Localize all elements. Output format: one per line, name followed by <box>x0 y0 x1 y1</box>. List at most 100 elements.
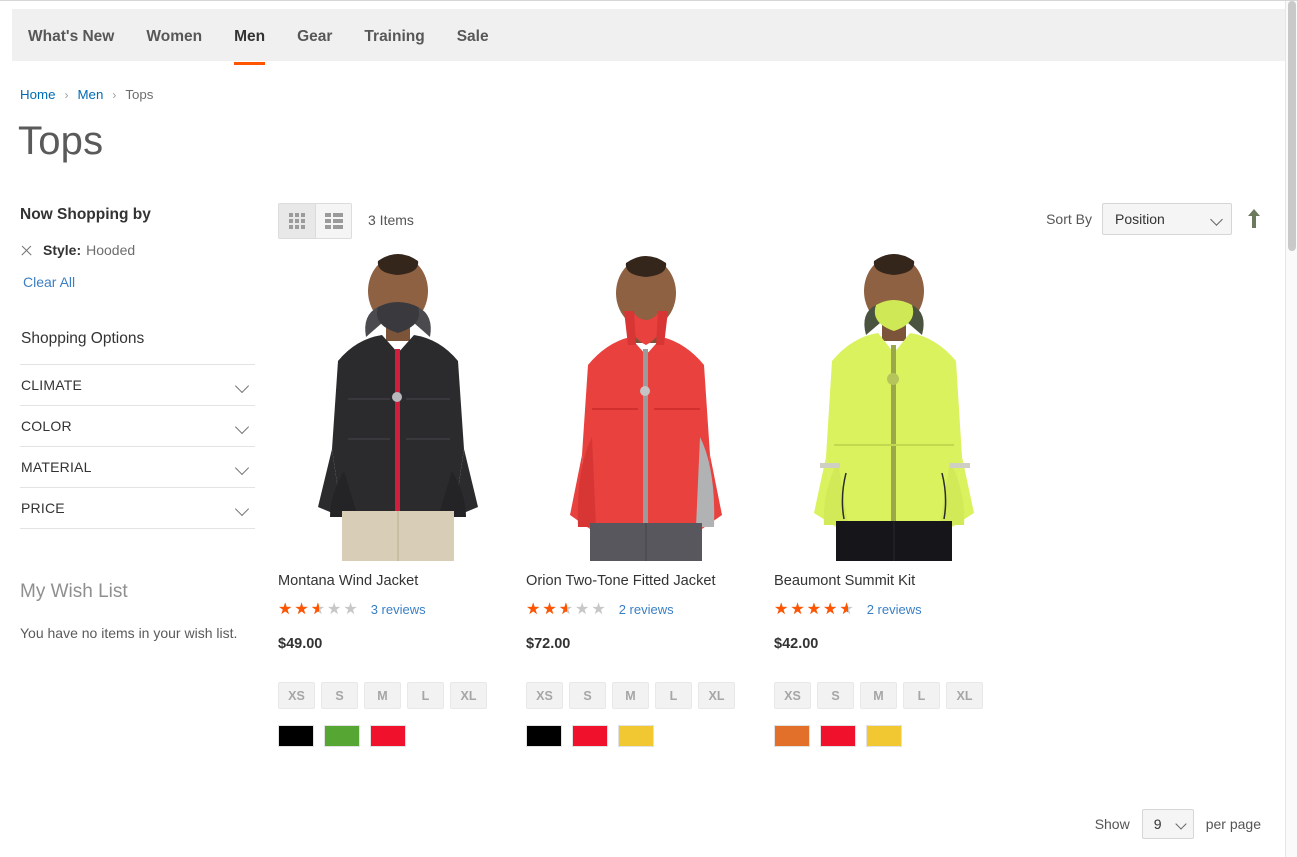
sort-by-value: Position <box>1115 211 1165 227</box>
breadcrumb-home[interactable]: Home <box>20 87 55 102</box>
review-count-link[interactable]: 2 reviews <box>619 602 674 617</box>
show-label: Show <box>1094 816 1130 832</box>
filter-option-material[interactable]: MATERIAL <box>20 447 255 488</box>
page-title: Tops <box>18 119 104 163</box>
sort-direction-button[interactable] <box>1246 209 1262 229</box>
size-swatch[interactable]: XS <box>774 682 811 710</box>
filter-option-label: CLIMATE <box>21 377 83 393</box>
size-swatches: XS S M L XL <box>278 682 518 710</box>
breadcrumb-separator-icon: › <box>112 87 117 102</box>
chevron-down-icon <box>1175 818 1187 830</box>
size-swatch[interactable]: M <box>612 682 649 710</box>
chevron-down-icon <box>1210 213 1223 226</box>
filter-option-price[interactable]: PRICE <box>20 488 255 529</box>
product-name[interactable]: Beaumont Summit Kit <box>774 572 1014 590</box>
items-count: 3 Items <box>368 212 414 228</box>
per-page-label: per page <box>1205 816 1261 832</box>
chevron-down-icon <box>236 504 249 512</box>
product-item: Orion Two-Tone Fitted Jacket ★★★★★ ★★★★★… <box>526 249 766 748</box>
filter-option-label: PRICE <box>21 500 65 516</box>
active-filter-label: Style: <box>43 242 82 258</box>
size-swatches: XS S M L XL <box>774 682 1014 710</box>
nav-item-whats-new[interactable]: What's New <box>12 9 130 65</box>
nav-item-women[interactable]: Women <box>130 9 218 65</box>
list-icon <box>324 213 343 229</box>
nav-item-training[interactable]: Training <box>348 9 440 65</box>
star-rating-icon: ★★★★★ ★★★★★ <box>526 599 608 619</box>
page-scrollbar[interactable] <box>1285 1 1297 857</box>
color-swatch[interactable] <box>370 725 406 748</box>
color-swatch[interactable] <box>774 725 810 748</box>
per-page-value: 9 <box>1153 816 1162 832</box>
clear-all-link[interactable]: Clear All <box>23 274 75 290</box>
filter-option-color[interactable]: COLOR <box>20 406 255 447</box>
grid-icon <box>289 213 305 229</box>
product-name[interactable]: Montana Wind Jacket <box>278 572 518 590</box>
product-name[interactable]: Orion Two-Tone Fitted Jacket <box>526 572 766 590</box>
star-rating-icon: ★★★★★ ★★★★★ <box>278 599 360 619</box>
filter-options-list: CLIMATE COLOR MATERIAL PRICE <box>20 364 255 529</box>
color-swatch[interactable] <box>866 725 902 748</box>
size-swatch[interactable]: S <box>817 682 854 710</box>
wish-list-empty-message: You have no items in your wish list. <box>20 625 238 641</box>
nav-item-sale[interactable]: Sale <box>441 9 505 65</box>
size-swatch[interactable]: L <box>655 682 692 710</box>
product-price: $49.00 <box>278 636 323 653</box>
chevron-down-icon <box>236 463 249 471</box>
breadcrumb: Home › Men › Tops <box>20 87 153 102</box>
review-count-link[interactable]: 3 reviews <box>371 602 426 617</box>
active-filter-value: Hooded <box>86 242 136 258</box>
color-swatch[interactable] <box>324 725 360 748</box>
sort-controls: Sort By Position <box>1046 203 1262 235</box>
size-swatch[interactable]: M <box>364 682 401 710</box>
size-swatch[interactable]: S <box>321 682 358 710</box>
nav-item-gear[interactable]: Gear <box>281 9 348 65</box>
product-image[interactable] <box>526 249 766 561</box>
product-price: $42.00 <box>774 636 819 653</box>
product-price: $72.00 <box>526 636 571 653</box>
product-rating: ★★★★★ ★★★★★ 2 reviews <box>774 601 1014 617</box>
color-swatch[interactable] <box>278 725 314 748</box>
review-count-link[interactable]: 2 reviews <box>867 602 922 617</box>
breadcrumb-separator-icon: › <box>64 87 69 102</box>
color-swatch[interactable] <box>572 725 608 748</box>
shopping-options-heading: Shopping Options <box>21 330 145 347</box>
filter-option-label: COLOR <box>21 418 72 434</box>
size-swatch[interactable]: S <box>569 682 606 710</box>
size-swatch[interactable]: XL <box>946 682 983 710</box>
size-swatches: XS S M L XL <box>526 682 766 710</box>
color-swatch[interactable] <box>820 725 856 748</box>
wish-list-heading: My Wish List <box>20 581 128 602</box>
product-item: Beaumont Summit Kit ★★★★★ ★★★★★ 2 review… <box>774 249 1014 748</box>
per-page-select[interactable]: 9 <box>1141 809 1194 839</box>
size-swatch[interactable]: XL <box>450 682 487 710</box>
grid-view-button[interactable] <box>279 204 315 238</box>
product-image[interactable] <box>774 249 1014 561</box>
sort-by-select[interactable]: Position <box>1102 203 1232 235</box>
list-view-button[interactable] <box>315 204 351 238</box>
size-swatch[interactable]: L <box>903 682 940 710</box>
product-image[interactable] <box>278 249 518 561</box>
color-swatches <box>774 725 1014 748</box>
size-swatch[interactable]: XS <box>526 682 563 710</box>
filter-option-climate[interactable]: CLIMATE <box>20 365 255 406</box>
main-navigation: What's New Women Men Gear Training Sale <box>12 9 1285 65</box>
color-swatches <box>526 725 766 748</box>
scrollbar-thumb[interactable] <box>1288 1 1296 251</box>
now-shopping-by-heading: Now Shopping by <box>20 206 151 223</box>
chevron-down-icon <box>236 381 249 389</box>
size-swatch[interactable]: XS <box>278 682 315 710</box>
size-swatch[interactable]: XL <box>698 682 735 710</box>
view-mode-switch <box>278 203 352 239</box>
catalog-page: What's New Women Men Gear Training Sale … <box>0 0 1297 857</box>
color-swatch[interactable] <box>526 725 562 748</box>
remove-filter-icon[interactable] <box>20 244 33 257</box>
size-swatch[interactable]: M <box>860 682 897 710</box>
sort-by-label: Sort By <box>1046 211 1092 227</box>
chevron-down-icon <box>236 422 249 430</box>
breadcrumb-men[interactable]: Men <box>77 87 103 102</box>
nav-item-men[interactable]: Men <box>218 9 281 65</box>
size-swatch[interactable]: L <box>407 682 444 710</box>
active-filter-style: Style: Hooded <box>20 242 255 258</box>
color-swatch[interactable] <box>618 725 654 748</box>
